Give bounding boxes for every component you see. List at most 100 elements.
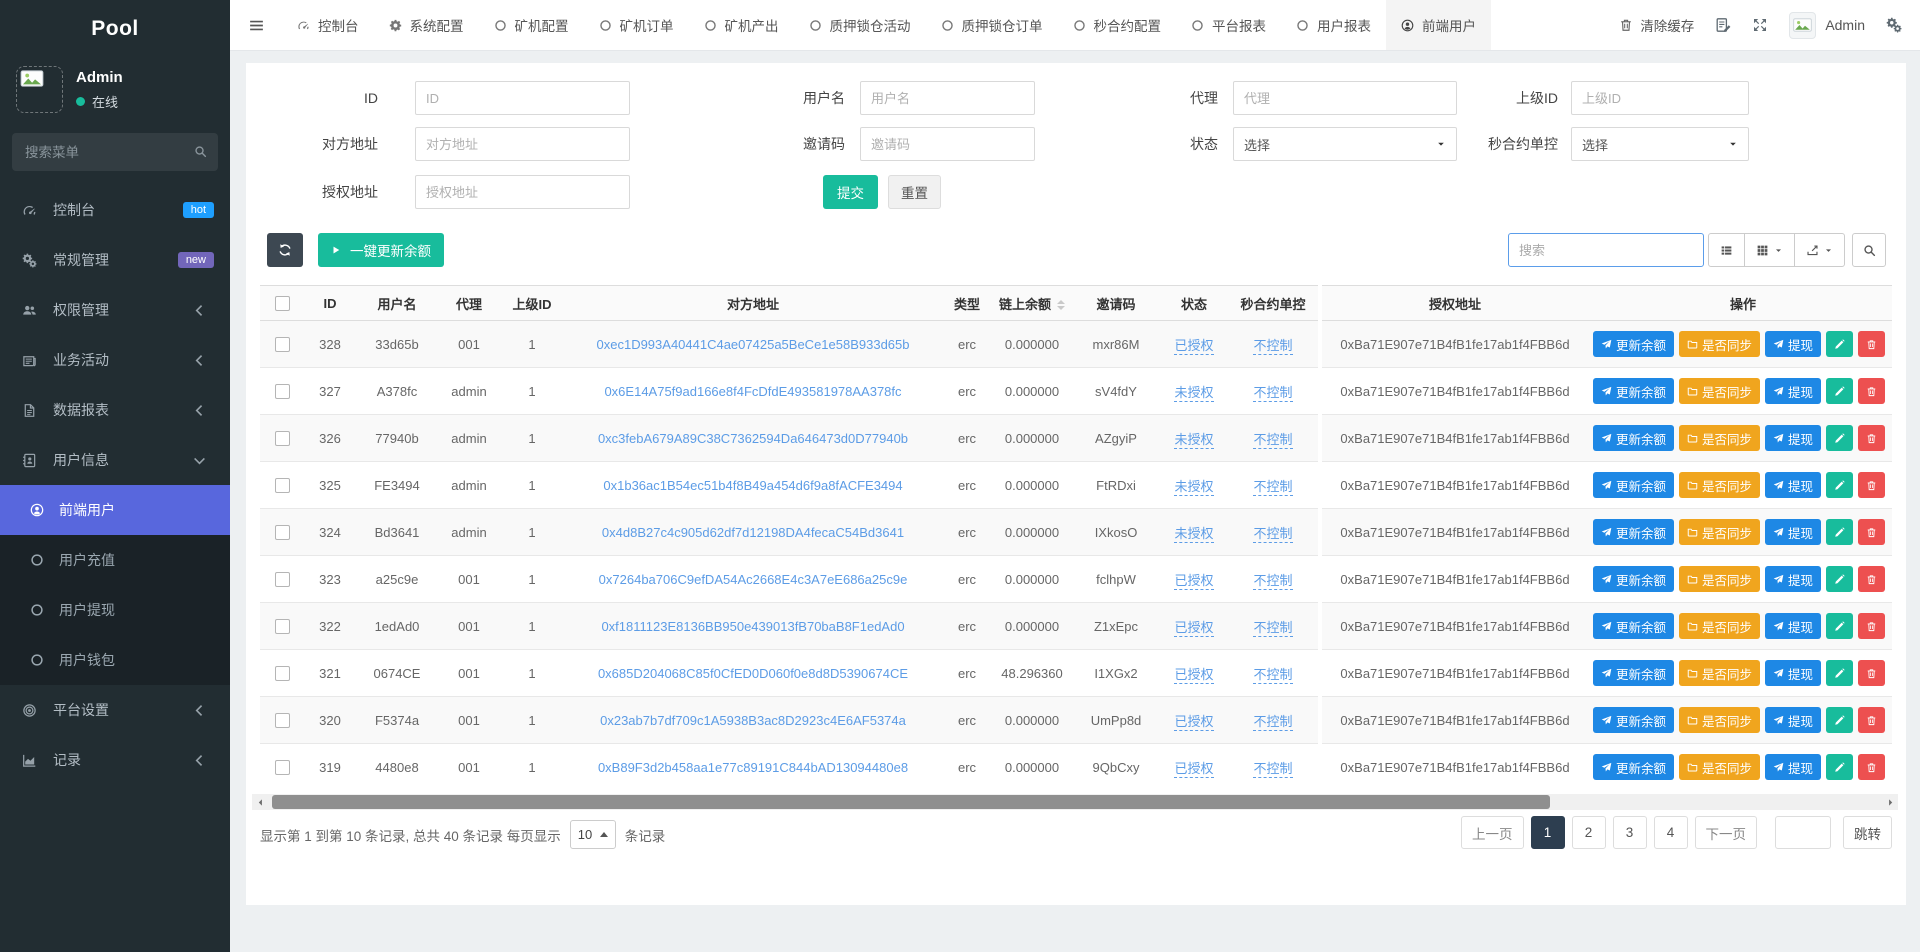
address-link[interactable]: 0x4d8B27c4c905d62df7d12198DA4fecaC54Bd36… xyxy=(602,525,904,540)
sidebar-subitem-用户钱包[interactable]: 用户钱包 xyxy=(0,635,230,685)
status-editable[interactable]: 未授权 xyxy=(1174,526,1213,543)
address-link[interactable]: 0x685D204068C85f0CfED0D060f0e8d8D5390674… xyxy=(598,666,908,681)
filter-input-auth-address[interactable] xyxy=(415,175,630,209)
address-link[interactable]: 0xec1D993A40441C4ae07425a5BeCe1e58B933d6… xyxy=(597,337,910,352)
status-editable[interactable]: 已授权 xyxy=(1174,338,1213,355)
edit-button[interactable] xyxy=(1826,613,1853,639)
row-checkbox[interactable] xyxy=(275,478,290,493)
nav-tab-用户报表[interactable]: 用户报表 xyxy=(1281,0,1386,50)
withdraw-button[interactable]: 提现 xyxy=(1765,613,1821,639)
table-search-input[interactable] xyxy=(1508,233,1704,267)
jump-button[interactable]: 跳转 xyxy=(1843,816,1892,849)
address-link[interactable]: 0xf1811123E8136BB950e439013fB70baB8F1edA… xyxy=(601,619,904,634)
update-balance-button[interactable]: 更新余额 xyxy=(1593,566,1674,592)
status-editable[interactable]: 未授权 xyxy=(1174,385,1213,402)
nav-tab-秒合约配置[interactable]: 秒合约配置 xyxy=(1058,0,1177,50)
delete-button[interactable] xyxy=(1858,707,1885,733)
admin-menu[interactable]: Admin xyxy=(1789,12,1865,39)
nav-tab-前端用户[interactable]: 前端用户 xyxy=(1386,0,1491,50)
page-button-3[interactable]: 3 xyxy=(1613,816,1647,849)
nav-tab-矿机配置[interactable]: 矿机配置 xyxy=(479,0,584,50)
control-editable[interactable]: 不控制 xyxy=(1253,479,1292,496)
scroll-right-button[interactable] xyxy=(1882,794,1898,810)
delete-button[interactable] xyxy=(1858,660,1885,686)
withdraw-button[interactable]: 提现 xyxy=(1765,707,1821,733)
withdraw-button[interactable]: 提现 xyxy=(1765,660,1821,686)
sync-button[interactable]: 是否同步 xyxy=(1679,660,1760,686)
address-link[interactable]: 0x6E14A75f9ad166e8f4FcDfdE493581978AA378… xyxy=(604,384,901,399)
withdraw-button[interactable]: 提现 xyxy=(1765,331,1821,357)
sync-button[interactable]: 是否同步 xyxy=(1679,519,1760,545)
sync-button[interactable]: 是否同步 xyxy=(1679,425,1760,451)
delete-button[interactable] xyxy=(1858,331,1885,357)
withdraw-button[interactable]: 提现 xyxy=(1765,754,1821,780)
control-editable[interactable]: 不控制 xyxy=(1253,714,1292,731)
update-all-balances-button[interactable]: 一键更新余额 xyxy=(318,233,444,267)
status-editable[interactable]: 已授权 xyxy=(1174,667,1213,684)
page-button-4[interactable]: 4 xyxy=(1654,816,1688,849)
sidebar-item-用户信息[interactable]: 用户信息 xyxy=(0,435,230,485)
status-editable[interactable]: 已授权 xyxy=(1174,573,1213,590)
nav-tab-控制台[interactable]: 控制台 xyxy=(282,0,374,50)
edit-button[interactable] xyxy=(1826,660,1853,686)
select-all-checkbox[interactable] xyxy=(275,296,290,311)
filter-select-contract-control[interactable]: 选择 xyxy=(1571,127,1749,161)
sidebar-item-平台设置[interactable]: 平台设置 xyxy=(0,685,230,735)
scroll-left-button[interactable] xyxy=(252,794,268,810)
row-checkbox[interactable] xyxy=(275,713,290,728)
status-editable[interactable]: 未授权 xyxy=(1174,432,1213,449)
status-editable[interactable]: 已授权 xyxy=(1174,761,1213,778)
withdraw-button[interactable]: 提现 xyxy=(1765,378,1821,404)
delete-button[interactable] xyxy=(1858,566,1885,592)
settings-cogs-icon[interactable] xyxy=(1886,17,1902,33)
control-editable[interactable]: 不控制 xyxy=(1253,338,1292,355)
control-editable[interactable]: 不控制 xyxy=(1253,573,1292,590)
edit-button[interactable] xyxy=(1826,519,1853,545)
sync-button[interactable]: 是否同步 xyxy=(1679,472,1760,498)
nav-tab-质押锁仓活动[interactable]: 质押锁仓活动 xyxy=(794,0,926,50)
update-balance-button[interactable]: 更新余额 xyxy=(1593,613,1674,639)
sync-button[interactable]: 是否同步 xyxy=(1679,331,1760,357)
address-link[interactable]: 0xB89F3d2b458aa1e77c89191C844bAD13094480… xyxy=(598,760,908,775)
filter-input-parent-id[interactable] xyxy=(1571,81,1749,115)
withdraw-button[interactable]: 提现 xyxy=(1765,472,1821,498)
fullscreen-icon[interactable] xyxy=(1752,17,1768,33)
delete-button[interactable] xyxy=(1858,378,1885,404)
nav-tab-平台报表[interactable]: 平台报表 xyxy=(1176,0,1281,50)
sidebar-subitem-前端用户[interactable]: 前端用户 xyxy=(0,485,230,535)
col-header-balance[interactable]: 链上余额 xyxy=(992,286,1072,321)
status-editable[interactable]: 已授权 xyxy=(1174,620,1213,637)
jump-page-input[interactable] xyxy=(1775,816,1831,849)
withdraw-button[interactable]: 提现 xyxy=(1765,425,1821,451)
row-checkbox[interactable] xyxy=(275,431,290,446)
sidebar-item-控制台[interactable]: 控制台hot xyxy=(0,185,230,235)
address-link[interactable]: 0xc3febA679A89C38C7362594Da646473d0D7794… xyxy=(598,431,908,446)
page-button-1[interactable]: 1 xyxy=(1531,816,1565,849)
edit-button[interactable] xyxy=(1826,425,1853,451)
address-link[interactable]: 0x1b36ac1B54ec51b4f8B49a454d6f9a8fACFE34… xyxy=(603,478,902,493)
prev-page-button[interactable]: 上一页 xyxy=(1461,816,1524,849)
withdraw-button[interactable]: 提现 xyxy=(1765,519,1821,545)
nav-tab-质押锁仓订单[interactable]: 质押锁仓订单 xyxy=(926,0,1058,50)
sync-button[interactable]: 是否同步 xyxy=(1679,613,1760,639)
status-editable[interactable]: 已授权 xyxy=(1174,714,1213,731)
edit-button[interactable] xyxy=(1826,566,1853,592)
refresh-button[interactable] xyxy=(267,233,303,267)
delete-button[interactable] xyxy=(1858,613,1885,639)
edit-button[interactable] xyxy=(1826,472,1853,498)
update-balance-button[interactable]: 更新余额 xyxy=(1593,519,1674,545)
page-button-2[interactable]: 2 xyxy=(1572,816,1606,849)
row-checkbox[interactable] xyxy=(275,760,290,775)
sync-button[interactable]: 是否同步 xyxy=(1679,754,1760,780)
search-submit-button[interactable] xyxy=(1852,233,1886,267)
edit-button[interactable] xyxy=(1826,707,1853,733)
delete-button[interactable] xyxy=(1858,754,1885,780)
nav-tab-系统配置[interactable]: 系统配置 xyxy=(374,0,479,50)
sidebar-item-常规管理[interactable]: 常规管理new xyxy=(0,235,230,285)
log-file-icon[interactable] xyxy=(1715,17,1731,33)
avatar[interactable] xyxy=(16,66,63,113)
update-balance-button[interactable]: 更新余额 xyxy=(1593,754,1674,780)
sync-button[interactable]: 是否同步 xyxy=(1679,707,1760,733)
clear-cache-button[interactable]: 清除缓存 xyxy=(1619,15,1694,35)
menu-search-input[interactable] xyxy=(12,133,218,171)
